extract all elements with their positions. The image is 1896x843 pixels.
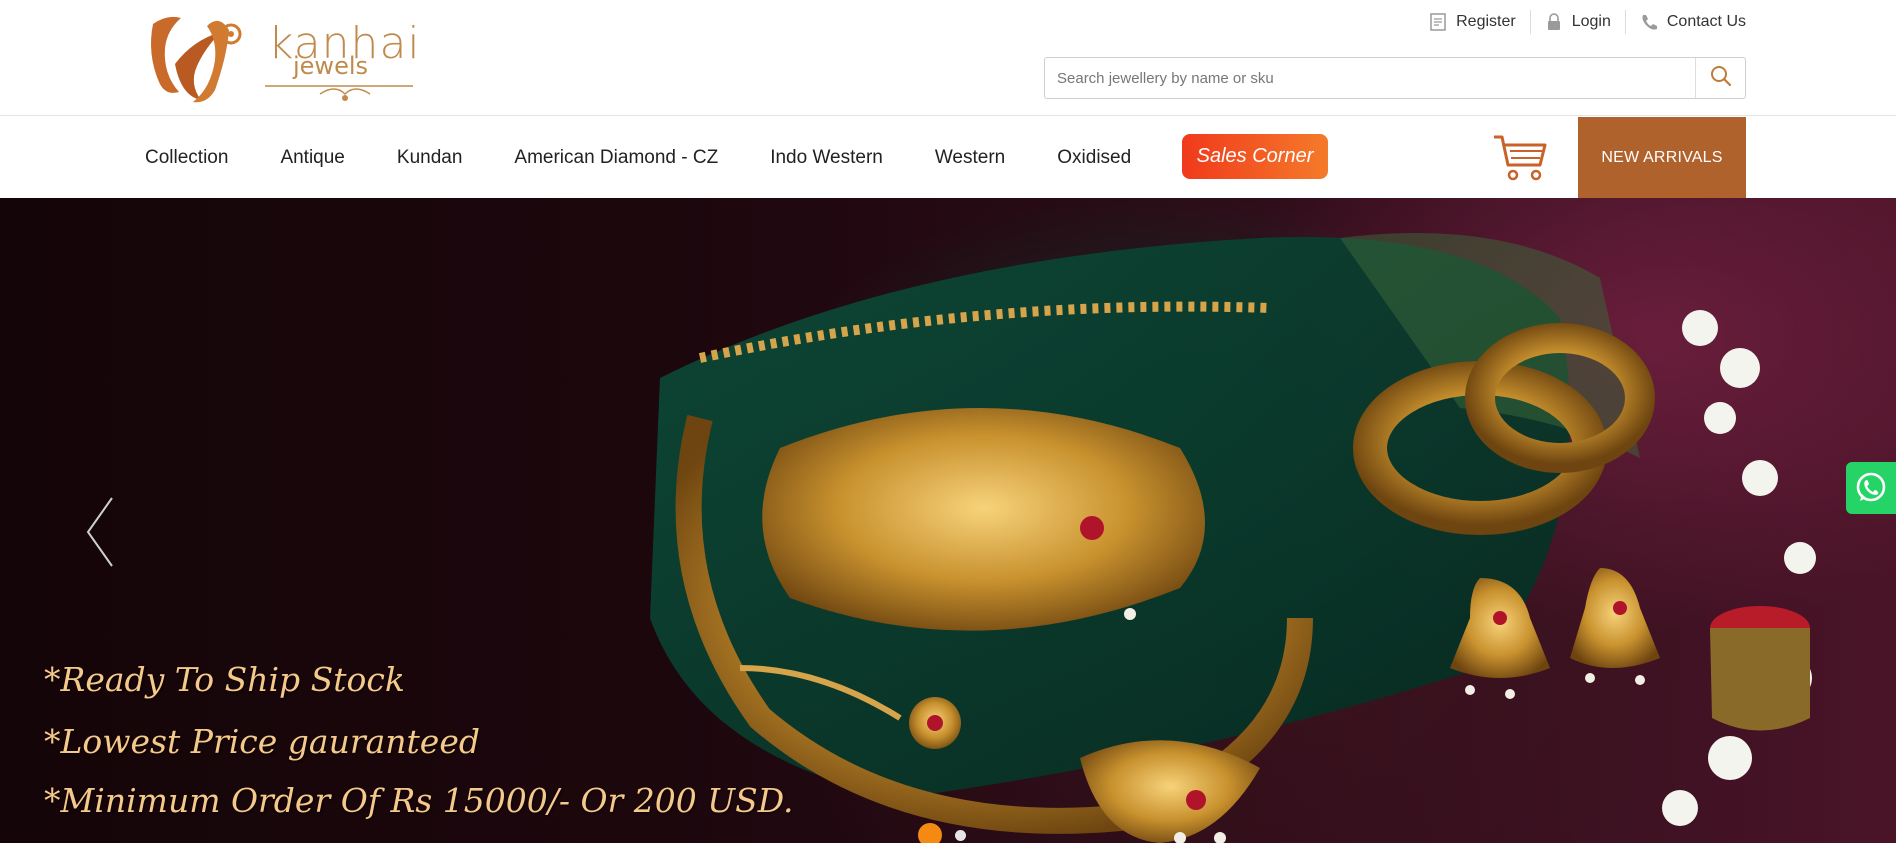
- nav-item-american-diamond-cz[interactable]: American Diamond - CZ: [514, 147, 718, 169]
- nav-item-antique[interactable]: Antique: [280, 147, 344, 169]
- whatsapp-icon: [1856, 472, 1886, 502]
- hero-line-3: *Minimum Order Of Rs 15000/- Or 200 USD.: [44, 781, 794, 820]
- header: kanhai jewels Register Login Contact Us: [0, 0, 1896, 116]
- slider-dot-1[interactable]: [918, 823, 942, 843]
- whatsapp-button[interactable]: [1846, 462, 1896, 514]
- login-link[interactable]: Login: [1529, 10, 1625, 34]
- nav-item-indo-western[interactable]: Indo Western: [770, 147, 883, 169]
- nav-item-collection[interactable]: Collection: [145, 147, 228, 169]
- nav-item-oxidised[interactable]: Oxidised: [1057, 147, 1131, 169]
- search-bar: [1044, 57, 1746, 99]
- slider-dot-2[interactable]: [955, 829, 966, 841]
- hero-line-2: *Lowest Price gauranteed: [44, 722, 480, 761]
- register-label: Register: [1456, 13, 1516, 30]
- login-label: Login: [1571, 13, 1611, 30]
- chevron-left-icon: [86, 497, 113, 567]
- top-links: Register Login Contact Us: [1415, 10, 1746, 34]
- hero-slider: *Ready To Ship Stock *Lowest Price gaura…: [0, 198, 1896, 843]
- register-form-icon: [1429, 13, 1447, 31]
- site-logo[interactable]: kanhai jewels: [145, 4, 420, 108]
- nav-item-kundan[interactable]: Kundan: [397, 147, 463, 169]
- search-icon: [1710, 65, 1732, 92]
- nav-item-western[interactable]: Western: [935, 147, 1005, 169]
- main-nav: Collection Antique Kundan American Diamo…: [0, 117, 1896, 198]
- slider-prev-button[interactable]: [84, 496, 116, 568]
- register-link[interactable]: Register: [1415, 10, 1530, 34]
- cart-button[interactable]: [1492, 133, 1548, 183]
- phone-icon: [1640, 13, 1658, 31]
- lock-icon: [1545, 13, 1563, 31]
- nav-menu: Collection Antique Kundan American Diamo…: [145, 117, 1183, 198]
- contact-us-label: Contact Us: [1666, 13, 1746, 30]
- hero-line-1: *Ready To Ship Stock: [44, 660, 405, 699]
- search-input[interactable]: [1045, 58, 1695, 98]
- logo-subtitle: jewels: [293, 52, 368, 80]
- shopping-cart-icon: [1494, 135, 1547, 181]
- slider-dots: [918, 823, 966, 843]
- contact-us-link[interactable]: Contact Us: [1624, 10, 1746, 34]
- sales-corner-button[interactable]: Sales Corner: [1182, 134, 1328, 179]
- search-button[interactable]: [1695, 58, 1745, 98]
- new-arrivals-button[interactable]: NEW ARRIVALS: [1578, 117, 1746, 198]
